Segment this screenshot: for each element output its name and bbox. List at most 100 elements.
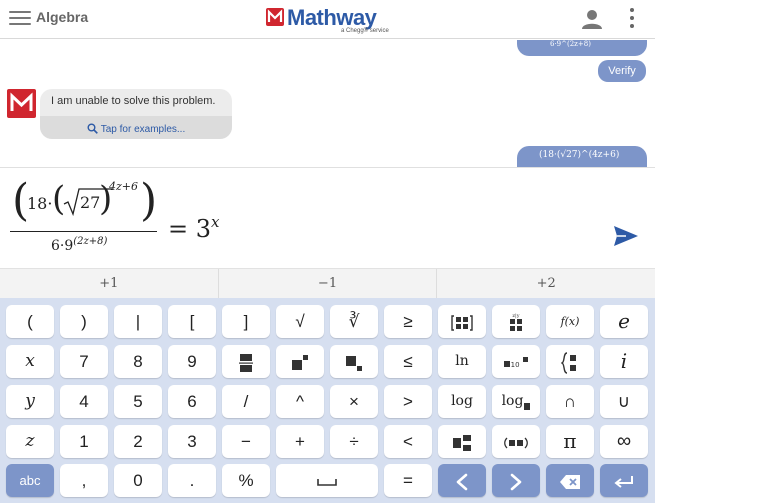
key-log[interactable]: log bbox=[438, 385, 486, 418]
key-leq[interactable]: ≤ bbox=[384, 345, 432, 378]
key-minus[interactable]: − bbox=[222, 425, 270, 458]
shortcut-plus-1[interactable]: +1 bbox=[0, 269, 219, 298]
coefficient: 18· bbox=[27, 194, 53, 213]
key-ln[interactable]: ln bbox=[438, 345, 486, 378]
key-less[interactable]: < bbox=[384, 425, 432, 458]
key-comma[interactable]: , bbox=[60, 464, 108, 497]
mixed-number-icon[interactable] bbox=[438, 425, 486, 458]
rhs-base: = 3 bbox=[168, 215, 212, 243]
key-greater[interactable]: > bbox=[384, 385, 432, 418]
key-divide-slash[interactable]: / bbox=[222, 385, 270, 418]
key-sqrt[interactable]: √ bbox=[276, 305, 324, 338]
key-log-base-label: log bbox=[501, 393, 524, 409]
space-icon[interactable] bbox=[276, 464, 378, 497]
key-0[interactable]: 0 bbox=[114, 464, 162, 497]
more-options-icon[interactable] bbox=[626, 8, 638, 32]
key-abs[interactable]: | bbox=[114, 305, 162, 338]
subscript-box-icon bbox=[524, 403, 531, 410]
key-pi[interactable]: π bbox=[546, 425, 594, 458]
denominator-exponent: (2z+8) bbox=[73, 236, 108, 247]
abc-toggle-button[interactable]: abc bbox=[6, 464, 54, 497]
rhs-exponent: x bbox=[211, 213, 220, 231]
keypad: ( ) | [ ] √ ∛ ≥ z|y f(x) e x 7 8 9 ≤ ln bbox=[0, 298, 655, 503]
fraction-bar bbox=[10, 231, 157, 232]
key-nth-root[interactable]: ∛ bbox=[330, 305, 378, 338]
mathway-logo-icon bbox=[266, 8, 284, 26]
exponent: 4z+6 bbox=[109, 180, 139, 193]
search-icon bbox=[87, 123, 98, 134]
svg-text:·10: ·10 bbox=[508, 361, 519, 369]
key-y[interactable]: y bbox=[6, 385, 54, 418]
bot-message-bubble: I am unable to solve this problem. Tap f… bbox=[40, 89, 232, 139]
user-message-bubble[interactable]: 6·9^(2z+8) bbox=[517, 40, 647, 56]
key-percent[interactable]: % bbox=[222, 464, 270, 497]
power-template-icon[interactable] bbox=[276, 345, 324, 378]
chat-history: 6·9^(2z+8) Verify I am unable to solve t… bbox=[0, 40, 655, 168]
mathway-app: Algebra Mathway a Chegg® service 6·9^(2z… bbox=[0, 0, 655, 503]
fraction-template-icon[interactable] bbox=[222, 345, 270, 378]
key-union[interactable]: ∪ bbox=[600, 385, 648, 418]
blank-side-panel bbox=[655, 0, 768, 503]
key-i[interactable]: i bbox=[600, 345, 648, 378]
user-message-bubble[interactable]: (18·(√27)^(4z+6) bbox=[517, 146, 647, 167]
shortcut-plus-2[interactable]: +2 bbox=[437, 269, 655, 298]
subscript-template-icon[interactable] bbox=[330, 345, 378, 378]
radicand: 27 bbox=[80, 193, 101, 212]
key-2[interactable]: 2 bbox=[114, 425, 162, 458]
verify-button[interactable]: Verify bbox=[598, 60, 646, 82]
menu-icon[interactable] bbox=[9, 11, 31, 27]
cursor-left-icon[interactable] bbox=[438, 464, 486, 497]
shortcut-row: +1 −1 +2 bbox=[0, 268, 655, 298]
key-6[interactable]: 6 bbox=[168, 385, 216, 418]
denominator: 6·9(2z+8) bbox=[51, 236, 107, 254]
key-equals[interactable]: = bbox=[384, 464, 432, 497]
key-e[interactable]: e bbox=[600, 305, 648, 338]
key-close-paren[interactable]: ) bbox=[60, 305, 108, 338]
key-function[interactable]: f(x) bbox=[546, 305, 594, 338]
key-3[interactable]: 3 bbox=[168, 425, 216, 458]
key-5[interactable]: 5 bbox=[114, 385, 162, 418]
key-8[interactable]: 8 bbox=[114, 345, 162, 378]
key-7[interactable]: 7 bbox=[60, 345, 108, 378]
examples-link[interactable]: Tap for examples... bbox=[40, 116, 232, 139]
piecewise-icon[interactable] bbox=[546, 345, 594, 378]
key-geq[interactable]: ≥ bbox=[384, 305, 432, 338]
shortcut-minus-1[interactable]: −1 bbox=[219, 269, 438, 298]
key-intersection[interactable]: ∩ bbox=[546, 385, 594, 418]
key-z[interactable]: z bbox=[6, 425, 54, 458]
matrix-icon[interactable] bbox=[438, 305, 486, 338]
scientific-notation-icon[interactable]: ·10 bbox=[492, 345, 540, 378]
key-9[interactable]: 9 bbox=[168, 345, 216, 378]
enter-icon[interactable] bbox=[600, 464, 648, 497]
svg-text:z|y: z|y bbox=[512, 313, 519, 319]
mathway-bot-avatar-icon bbox=[7, 89, 36, 118]
key-open-paren[interactable]: ( bbox=[6, 305, 54, 338]
numerator: ( 18· ( 27 ) 4z+6 ) bbox=[12, 179, 157, 229]
examples-link-text: Tap for examples... bbox=[100, 124, 186, 135]
matrix-header-icon[interactable]: z|y bbox=[492, 305, 540, 338]
bot-message-text: I am unable to solve this problem. bbox=[51, 95, 216, 107]
key-4[interactable]: 4 bbox=[60, 385, 108, 418]
key-log-base[interactable]: log bbox=[492, 385, 540, 418]
key-1[interactable]: 1 bbox=[60, 425, 108, 458]
math-input-area[interactable]: ( 18· ( 27 ) 4z+6 ) 6·9(2z+8) = 3x bbox=[0, 169, 655, 268]
key-open-bracket[interactable]: [ bbox=[168, 305, 216, 338]
denominator-base: 6·9 bbox=[51, 238, 74, 254]
key-infinity[interactable]: ∞ bbox=[600, 425, 648, 458]
key-divide[interactable]: ÷ bbox=[330, 425, 378, 458]
key-caret[interactable]: ^ bbox=[276, 385, 324, 418]
parentheses-template-icon[interactable] bbox=[492, 425, 540, 458]
send-icon[interactable] bbox=[612, 224, 640, 248]
brand-subtitle: a Chegg® service bbox=[341, 28, 389, 34]
subject-selector[interactable]: Algebra bbox=[36, 9, 88, 25]
key-decimal[interactable]: . bbox=[168, 464, 216, 497]
key-x[interactable]: x bbox=[6, 345, 54, 378]
cursor-right-icon[interactable] bbox=[492, 464, 540, 497]
close-paren: ) bbox=[140, 175, 158, 226]
key-close-bracket[interactable]: ] bbox=[222, 305, 270, 338]
user-message-fragment: (18·(√27)^(4z+6) bbox=[539, 150, 620, 160]
backspace-icon[interactable] bbox=[546, 464, 594, 497]
key-multiply[interactable]: × bbox=[330, 385, 378, 418]
user-icon[interactable] bbox=[580, 7, 604, 31]
key-plus[interactable]: + bbox=[276, 425, 324, 458]
